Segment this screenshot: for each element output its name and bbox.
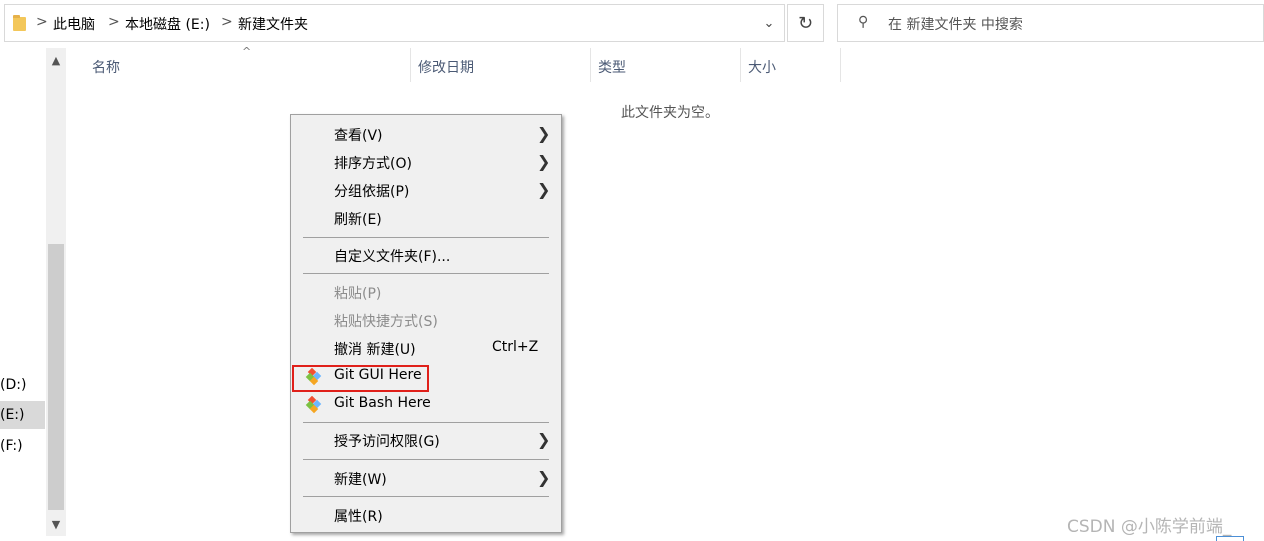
menu-item-label: 自定义文件夹(F)... [334, 249, 451, 265]
resize-corner [1216, 536, 1244, 541]
menu-separator [303, 459, 549, 460]
breadcrumb-separator: > [221, 14, 233, 30]
highlight-box [292, 365, 429, 392]
column-modified[interactable]: 修改日期 [418, 57, 474, 77]
menu-item-label: 粘贴快捷方式(S) [334, 314, 438, 330]
column-size[interactable]: 大小 [748, 57, 776, 77]
menu-item-grant-access[interactable]: 授予访问权限(G) ❯ [291, 427, 561, 455]
chevron-right-icon: ❯ [537, 468, 551, 487]
empty-folder-message: 此文件夹为空。 [621, 105, 719, 121]
sort-caret-icon: ^ [242, 45, 252, 58]
menu-separator [303, 273, 549, 274]
context-menu: 查看(V) ❯ 排序方式(O) ❯ 分组依据(P) ❯ 刷新(E) 自定义文件夹… [290, 114, 562, 533]
column-divider[interactable] [740, 48, 741, 82]
menu-item-sort-by[interactable]: 排序方式(O) ❯ [291, 149, 561, 177]
chevron-right-icon: ❯ [537, 152, 551, 171]
column-type[interactable]: 类型 [598, 57, 626, 77]
menu-item-paste-shortcut: 粘贴快捷方式(S) [291, 307, 561, 335]
scrollbar-thumb[interactable] [48, 244, 64, 510]
menu-item-refresh[interactable]: 刷新(E) [291, 205, 561, 233]
search-icon: ⚲ [858, 14, 869, 30]
menu-item-label: 新建(W) [334, 472, 387, 488]
nav-scrollbar[interactable]: ▲ ▼ [46, 48, 66, 536]
watermark: CSDN @小陈学前端_ [1067, 517, 1232, 537]
search-placeholder: 在 新建文件夹 中搜索 [888, 17, 1023, 33]
menu-item-git-bash[interactable]: Git Bash Here [291, 391, 561, 419]
breadcrumb-new-folder[interactable]: 新建文件夹 [238, 14, 308, 34]
menu-item-undo-new[interactable]: 撤消 新建(U) Ctrl+Z [291, 335, 561, 363]
breadcrumb-separator: > [108, 14, 120, 30]
breadcrumb-separator: > [36, 14, 48, 30]
nav-drive-d[interactable]: (D:) [0, 377, 26, 393]
breadcrumb-drive-e[interactable]: 本地磁盘 (E:) [125, 14, 210, 34]
address-bar[interactable]: > 此电脑 > 本地磁盘 (E:) > 新建文件夹 ⌄ [4, 4, 785, 42]
menu-item-label: 授予访问权限(G) [334, 434, 440, 450]
scroll-up-icon[interactable]: ▲ [46, 50, 66, 70]
menu-item-group-by[interactable]: 分组依据(P) ❯ [291, 177, 561, 205]
menu-item-customize-folder[interactable]: 自定义文件夹(F)... [291, 242, 561, 270]
menu-item-shortcut: Ctrl+Z [492, 339, 539, 355]
menu-separator [303, 237, 549, 238]
column-divider[interactable] [840, 48, 841, 82]
column-name[interactable]: 名称 [92, 57, 120, 77]
chevron-right-icon: ❯ [537, 180, 551, 199]
scroll-down-icon[interactable]: ▼ [46, 514, 66, 534]
chevron-right-icon: ❯ [537, 430, 551, 449]
nav-drive-f[interactable]: (F:) [0, 438, 23, 454]
menu-item-label: 查看(V) [334, 128, 383, 144]
chevron-right-icon: ❯ [537, 124, 551, 143]
chevron-down-icon[interactable]: ⌄ [754, 10, 784, 36]
menu-item-label: 排序方式(O) [334, 156, 412, 172]
search-input[interactable]: ⚲ 在 新建文件夹 中搜索 [837, 4, 1264, 42]
menu-item-label: 粘贴(P) [334, 286, 382, 302]
menu-item-label: 分组依据(P) [334, 184, 410, 200]
menu-separator [303, 422, 549, 423]
refresh-icon[interactable]: ↻ [787, 4, 824, 42]
menu-item-label: 刷新(E) [334, 212, 382, 228]
menu-item-properties[interactable]: 属性(R) [291, 502, 561, 530]
menu-item-view[interactable]: 查看(V) ❯ [291, 121, 561, 149]
menu-item-label: Git Bash Here [334, 395, 431, 411]
nav-drive-e[interactable]: (E:) [0, 407, 25, 423]
menu-item-new[interactable]: 新建(W) ❯ [291, 465, 561, 493]
menu-item-label: 撤消 新建(U) [334, 342, 416, 358]
git-icon [305, 396, 322, 414]
menu-item-label: 属性(R) [334, 509, 383, 525]
column-divider[interactable] [410, 48, 411, 82]
menu-item-paste: 粘贴(P) [291, 279, 561, 307]
column-divider[interactable] [590, 48, 591, 82]
folder-icon [13, 15, 26, 31]
menu-separator [303, 496, 549, 497]
breadcrumb-this-pc[interactable]: 此电脑 [53, 14, 95, 34]
